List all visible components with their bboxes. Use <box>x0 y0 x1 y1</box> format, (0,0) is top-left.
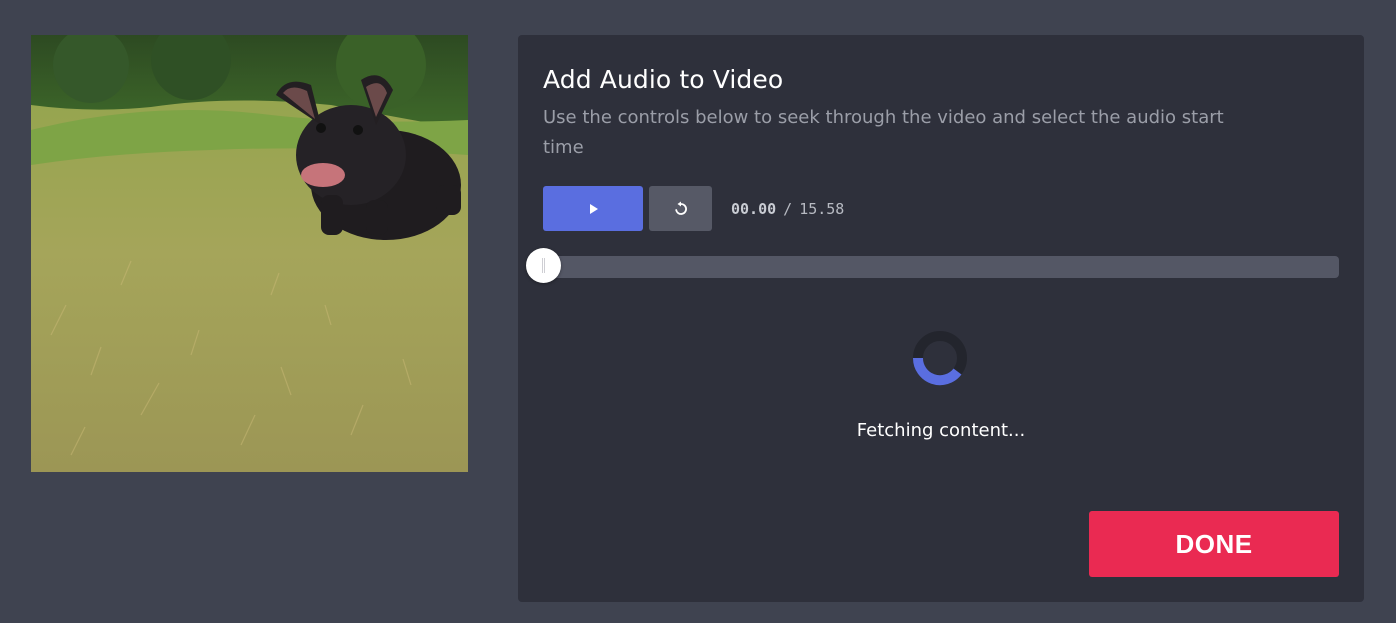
video-preview[interactable] <box>31 35 468 472</box>
restart-icon <box>674 201 687 215</box>
grip-icon <box>542 258 545 273</box>
timecode: 00.00 / 15.58 <box>731 200 844 218</box>
time-separator: / <box>783 200 793 218</box>
play-button[interactable] <box>543 186 643 231</box>
restart-button[interactable] <box>649 186 712 231</box>
total-time: 15.58 <box>799 200 845 218</box>
video-frame-image <box>31 35 468 472</box>
loading-text: Fetching content... <box>856 420 1026 441</box>
seek-handle[interactable] <box>526 248 561 283</box>
page: Add Audio to Video Use the controls belo… <box>0 0 1396 623</box>
audio-panel: Add Audio to Video Use the controls belo… <box>518 35 1364 602</box>
done-button[interactable]: DONE <box>1089 511 1339 577</box>
current-time: 00.00 <box>731 200 777 218</box>
loading-spinner-icon <box>912 331 967 386</box>
panel-title: Add Audio to Video <box>543 65 784 94</box>
play-icon <box>590 203 598 214</box>
seek-track[interactable] <box>543 256 1339 278</box>
panel-subtitle: Use the controls below to seek through t… <box>543 107 1224 158</box>
